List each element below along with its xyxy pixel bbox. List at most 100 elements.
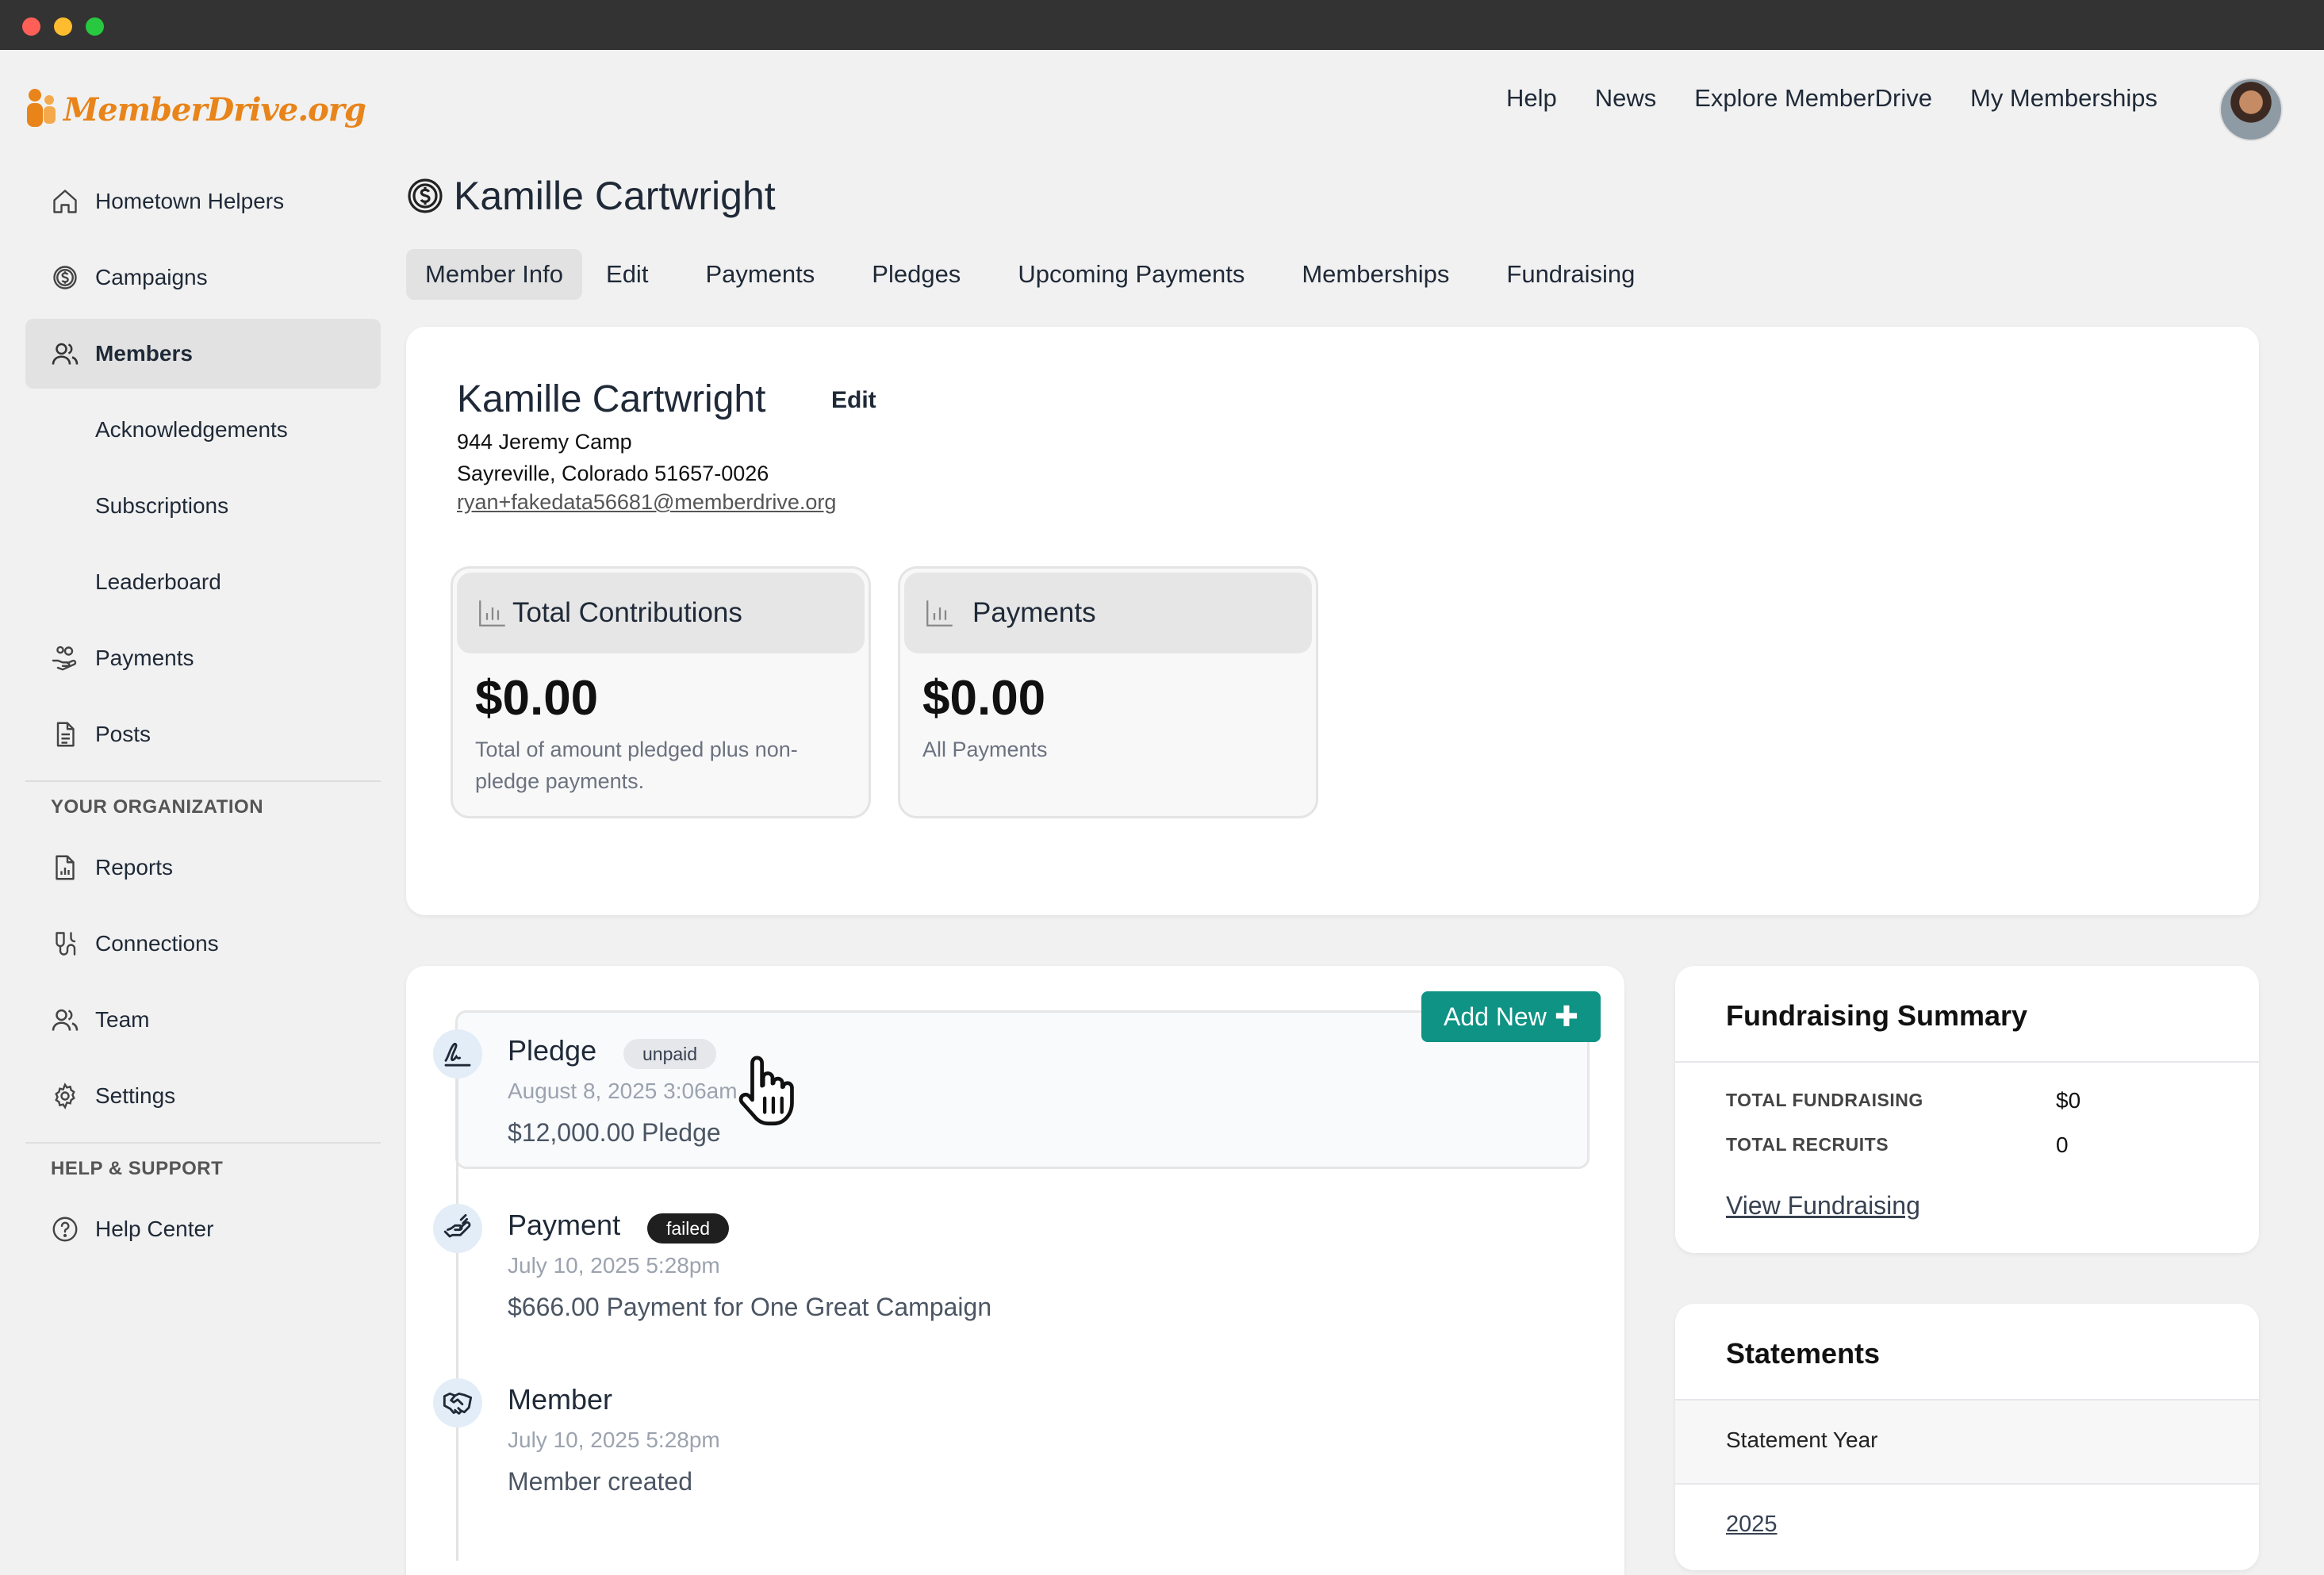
sidebar-divider [25,780,381,782]
sidebar-item-label: Acknowledgements [95,417,288,442]
sidebar-item-leaderboard[interactable]: Leaderboard [25,547,381,617]
total-fundraising-value: $0 [2056,1088,2081,1113]
sidebar-item-posts[interactable]: Posts [25,699,381,769]
team-icon [51,1006,79,1034]
memberdrive-logo[interactable]: MemberDrive.org [24,86,366,133]
sidebar-item-label: Team [95,1007,150,1032]
card-divider [1675,1061,2259,1063]
tab-edit[interactable]: Edit [587,249,667,300]
tab-upcoming-payments[interactable]: Upcoming Payments [999,249,1264,300]
handshake-icon [433,1378,482,1427]
timeline-item-title: Member [508,1383,613,1416]
hand-payment-icon [433,1204,482,1253]
tab-payments[interactable]: Payments [686,249,834,300]
minimize-window-button[interactable] [54,17,72,36]
hand-pointer-cursor-icon [738,1056,794,1126]
sidebar-item-label: Payments [95,646,194,670]
sidebar-section-help: HELP & SUPPORT [51,1158,224,1179]
page-title: Kamille Cartwright [406,173,776,219]
add-new-button[interactable]: Add New ✚ [1421,991,1601,1042]
tab-memberships[interactable]: Memberships [1283,249,1468,300]
stat-description: Total of amount pledged plus non-pledge … [475,738,798,793]
topnav-help-link[interactable]: Help [1506,84,1557,113]
sidebar-item-settings[interactable]: Settings [25,1061,381,1131]
hand-coins-icon [51,644,79,673]
timeline-item-date: July 10, 2025 5:28pm [508,1253,720,1278]
tab-member-info[interactable]: Member Info [406,249,583,300]
signature-icon [433,1029,482,1079]
home-icon [51,187,79,216]
stat-total-contributions: Total Contributions $0.00 Total of amoun… [451,566,871,818]
sidebar-item-label: Leaderboard [95,569,221,594]
report-icon [51,853,79,882]
member-edit-link[interactable]: Edit [831,387,876,414]
sidebar-item-reports[interactable]: Reports [25,833,381,902]
logo-text: MemberDrive.org [63,90,366,128]
stat-value: $0.00 [475,671,599,726]
maximize-window-button[interactable] [86,17,104,36]
document-icon [51,720,79,749]
sidebar-item-help-center[interactable]: Help Center [25,1194,381,1264]
card-divider [1675,1483,2259,1485]
member-email-link[interactable]: ryan+fakedata56681@memberdrive.org [457,490,836,515]
sidebar-item-acknowledgements[interactable]: Acknowledgements [25,395,381,465]
top-navigation: Help News Explore MemberDrive My Members… [1506,84,2157,113]
sidebar-item-payments[interactable]: Payments [25,623,381,693]
topnav-news-link[interactable]: News [1595,84,1657,113]
member-address-line2: Sayreville, Colorado 51657-0026 [457,462,769,485]
sidebar: Hometown Helpers Campaigns Members Ackno… [25,167,381,1270]
fundraising-summary-title: Fundraising Summary [1726,999,2028,1032]
statement-year-link[interactable]: 2025 [1726,1512,1778,1538]
sidebar-item-label: Connections [95,931,219,956]
sidebar-item-hometown-helpers[interactable]: Hometown Helpers [25,167,381,236]
statement-year-column: Statement Year [1726,1427,1878,1452]
tab-pledges[interactable]: Pledges [853,249,980,300]
member-info-card: Kamille Cartwright Edit 944 Jeremy Camp … [406,327,2259,915]
bar-chart-icon [926,600,953,627]
member-tabs: Member Info Edit Payments Pledges Upcomi… [406,249,1654,300]
close-window-button[interactable] [22,17,40,36]
statements-table-header: Statement Year [1675,1399,2259,1485]
stat-payments: Payments $0.00 All Payments [898,566,1318,818]
tab-fundraising[interactable]: Fundraising [1487,249,1654,300]
users-icon [51,339,79,368]
sidebar-item-label: Hometown Helpers [95,189,285,213]
sidebar-item-campaigns[interactable]: Campaigns [25,243,381,312]
timeline-item-title: Payment [508,1209,621,1241]
total-fundraising-label: TOTAL FUNDRAISING [1726,1090,1923,1110]
page-title-text: Kamille Cartwright [454,174,776,218]
timeline-item-description: $12,000.00 Pledge [508,1118,721,1147]
user-avatar[interactable] [2219,78,2283,141]
sidebar-item-team[interactable]: Team [25,985,381,1055]
question-circle-icon [51,1215,79,1244]
sidebar-item-label: Help Center [95,1217,214,1241]
timeline-line [456,1037,458,1561]
timeline-item-description: Member created [508,1467,692,1496]
stat-title: Payments [972,597,1096,628]
gear-icon [51,1082,79,1110]
plus-icon: ✚ [1554,1000,1578,1033]
total-recruits-label: TOTAL RECRUITS [1726,1134,1889,1155]
stat-description: All Payments [922,738,1048,761]
statements-title: Statements [1726,1337,1881,1370]
dollar-circle-icon [51,263,79,292]
member-address-line1: 944 Jeremy Camp [457,430,632,454]
status-badge: failed [647,1213,729,1244]
member-name: Kamille Cartwright [457,378,766,420]
sidebar-item-label: Members [95,341,193,366]
sidebar-item-label: Campaigns [95,265,208,289]
fundraising-summary-card: Fundraising Summary TOTAL FUNDRAISING $0… [1675,966,2259,1253]
sidebar-divider [25,1142,381,1144]
statements-card: Statements Statement Year 2025 [1675,1304,2259,1570]
topnav-my-memberships-link[interactable]: My Memberships [1970,84,2157,113]
status-badge: unpaid [623,1039,717,1069]
card-divider [1675,1399,2259,1401]
window-titlebar [0,0,2324,50]
topnav-explore-link[interactable]: Explore MemberDrive [1694,84,1932,113]
timeline-item-date: August 8, 2025 3:06am [508,1079,738,1103]
sidebar-item-connections[interactable]: Connections [25,909,381,979]
view-fundraising-link[interactable]: View Fundraising [1726,1191,1920,1221]
timeline-item-title: Pledge [508,1034,597,1067]
sidebar-item-subscriptions[interactable]: Subscriptions [25,471,381,541]
sidebar-item-members[interactable]: Members [25,319,381,389]
